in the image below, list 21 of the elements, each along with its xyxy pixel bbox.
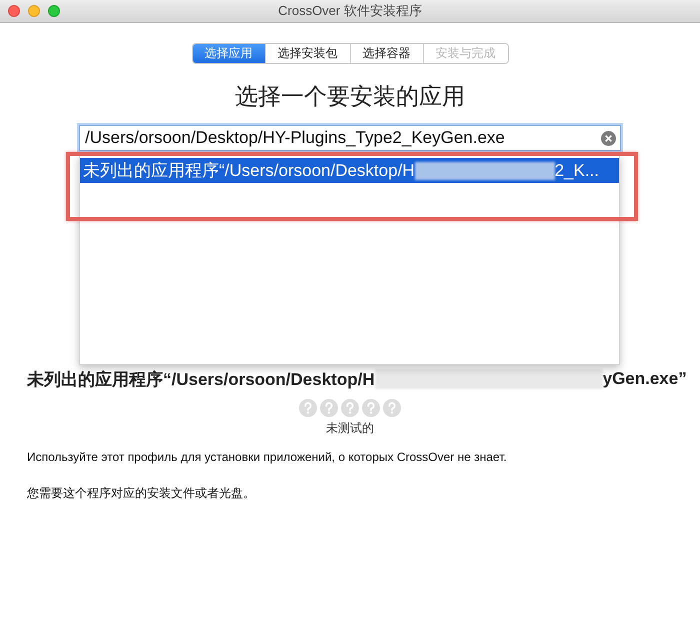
clear-icon[interactable] xyxy=(601,130,616,146)
window-title: CrossOver 软件安装程序 xyxy=(278,2,422,20)
page-heading: 选择一个要安装的应用 xyxy=(234,82,466,111)
description-text: Используйте этот профиль для установки приложений, о которых CrossOver не знает. xyxy=(27,450,508,464)
suggestion-text[interactable]: 未列出的应用程序“/Users/orsoon/Desktop/H xyxy=(83,159,415,182)
note-text: 您需要这个程序对应的安装文件或者光盘。 xyxy=(27,485,256,502)
question-icon xyxy=(341,399,359,417)
search-field[interactable]: /Users/orsoon/Desktop/HY-Plugins_Type2_KeyGen.exe xyxy=(79,125,621,151)
question-icon xyxy=(299,399,317,417)
suggestion-item[interactable]: 未列出的应用程序“/Users/orsoon/Desktop/H 2_K... xyxy=(80,158,619,183)
app-name: 未列出的应用程序“/Users/orsoon/Desktop/H xyxy=(27,368,375,390)
question-icon xyxy=(383,399,401,417)
app-name: yGen.exe” xyxy=(602,369,687,389)
zoom-icon[interactable] xyxy=(48,5,60,17)
rating-label: 未测试的 xyxy=(325,420,375,437)
close-icon[interactable] xyxy=(8,5,20,17)
step-tab[interactable]: 选择应用 xyxy=(192,44,264,63)
question-icon xyxy=(320,399,338,417)
question-icon xyxy=(362,399,380,417)
minimize-icon[interactable] xyxy=(28,5,40,17)
suggestion-text[interactable]: 2_K... xyxy=(554,160,599,180)
